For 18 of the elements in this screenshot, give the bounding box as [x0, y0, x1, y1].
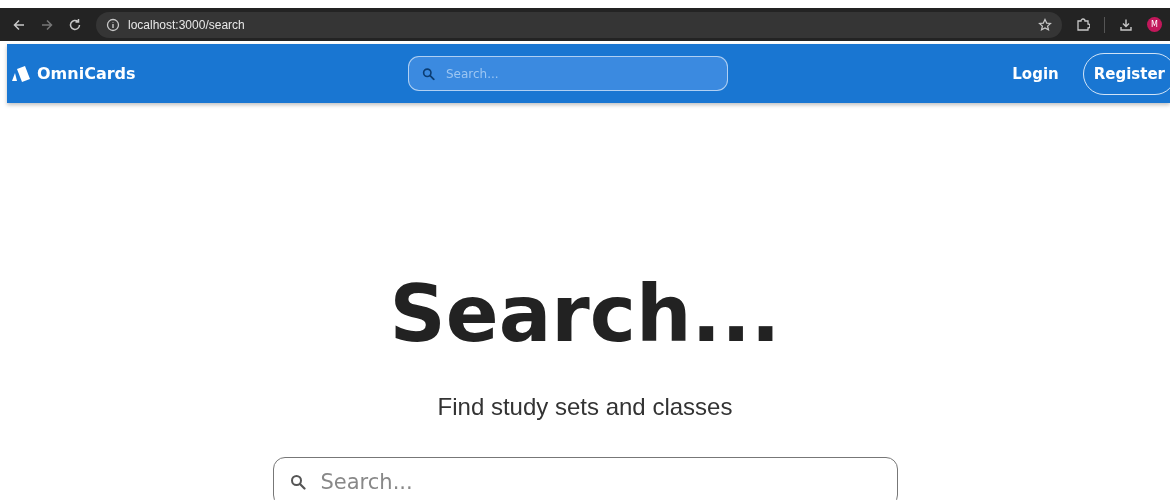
back-icon[interactable] — [12, 17, 26, 32]
url-text: localhost:3000/search — [128, 17, 246, 32]
reload-icon[interactable] — [68, 17, 82, 32]
profile-avatar[interactable]: M — [1147, 17, 1162, 32]
forward-icon[interactable] — [40, 17, 54, 32]
login-link[interactable]: Login — [1012, 64, 1059, 83]
star-icon[interactable] — [1038, 17, 1052, 32]
info-icon[interactable] — [106, 17, 120, 32]
download-icon[interactable] — [1119, 17, 1133, 32]
address-bar[interactable]: localhost:3000/search — [96, 11, 1062, 38]
puzzle-icon[interactable] — [1076, 17, 1090, 32]
brand-name[interactable]: OmniCards — [37, 64, 136, 83]
page-subtitle: Find study sets and classes — [437, 393, 733, 421]
search-field[interactable]: Search... — [272, 457, 898, 500]
search-icon — [289, 474, 306, 490]
search-icon — [422, 67, 435, 80]
page-title: Search... — [389, 275, 781, 353]
cards-icon[interactable] — [11, 64, 31, 83]
